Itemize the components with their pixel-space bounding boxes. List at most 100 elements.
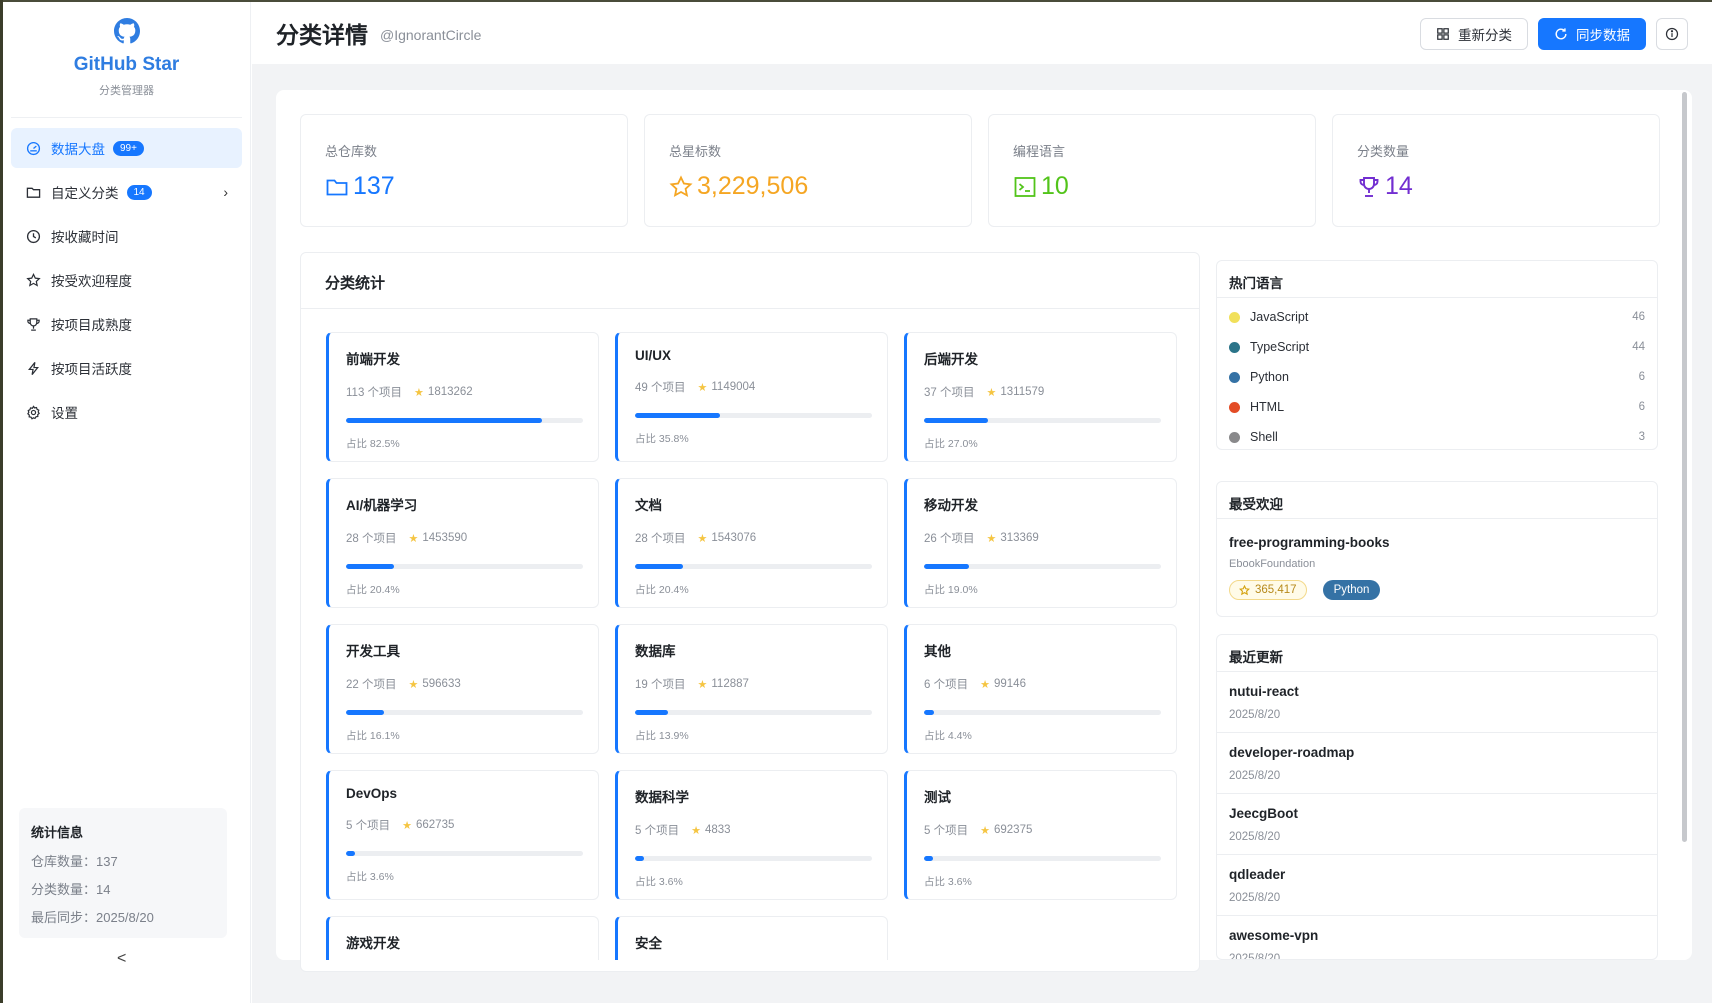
category-name: 数据库 bbox=[635, 644, 676, 659]
category-progress-bar bbox=[635, 710, 872, 715]
category-progress-bar bbox=[635, 856, 872, 861]
most-popular-title: 最受欢迎 bbox=[1217, 482, 1657, 519]
category-progress-fill bbox=[924, 710, 935, 715]
language-row[interactable]: HTML 6 bbox=[1217, 392, 1657, 422]
language-tag: Python bbox=[1322, 580, 1381, 600]
category-count: 49 个项目 bbox=[635, 382, 686, 394]
category-card[interactable]: 前端开发 113 个项目 ★ 1813262 占比 82.5% bbox=[326, 332, 599, 462]
most-popular-panel: 最受欢迎 free-programming-books EbookFoundat… bbox=[1216, 481, 1658, 617]
main-scrollbar[interactable] bbox=[1682, 92, 1687, 842]
star-icon: ★ bbox=[691, 824, 701, 837]
category-card[interactable]: 文档 28 个项目 ★ 1543076 占比 20.4% bbox=[615, 478, 888, 608]
category-count: 5 个项目 bbox=[924, 825, 969, 837]
recent-repo-name: developer-roadmap bbox=[1229, 745, 1355, 760]
category-card[interactable]: 游戏开发 bbox=[326, 916, 599, 960]
category-stars: 1813262 bbox=[427, 386, 473, 398]
language-name: JavaScript bbox=[1250, 310, 1309, 324]
language-list: JavaScript 46 TypeScript 44 Python 6 HTML 6 Shel… bbox=[1217, 298, 1657, 452]
category-name: DevOps bbox=[346, 786, 398, 801]
language-color-dot bbox=[1229, 401, 1240, 413]
star-icon: ★ bbox=[697, 381, 708, 394]
category-card[interactable]: 其他 6 个项目 ★ 99146 占比 4.4% bbox=[904, 624, 1177, 754]
star-icon: ★ bbox=[980, 678, 990, 691]
star-icon: ★ bbox=[402, 819, 412, 832]
category-count: 28 个项目 bbox=[635, 533, 686, 545]
language-row[interactable]: Python 6 bbox=[1217, 362, 1657, 392]
category-stars: 99146 bbox=[993, 678, 1026, 690]
category-card[interactable]: 开发工具 22 个项目 ★ 596633 占比 16.1% bbox=[326, 624, 599, 754]
recent-item[interactable]: awesome-vpn 2025/8/20 bbox=[1217, 916, 1657, 959]
language-color-dot bbox=[1229, 431, 1240, 443]
category-percentage: 占比 20.4% bbox=[346, 584, 400, 596]
recent-updates-title: 最近更新 bbox=[1217, 635, 1657, 672]
category-percentage: 占比 82.5% bbox=[346, 438, 400, 450]
category-name: UI/UX bbox=[635, 348, 672, 363]
star-icon: ★ bbox=[414, 386, 424, 399]
category-progress-fill bbox=[346, 564, 395, 569]
star-count-tag: 365,417 bbox=[1229, 580, 1307, 600]
popular-repo-owner: EbookFoundation bbox=[1229, 558, 1316, 570]
recent-updates-panel: 最近更新 nutui-react 2025/8/20 developer-roadm… bbox=[1216, 634, 1658, 960]
category-progress-bar bbox=[346, 418, 583, 423]
category-name: 其他 bbox=[924, 644, 951, 659]
category-card[interactable]: 测试 5 个项目 ★ 692375 占比 3.6% bbox=[904, 770, 1177, 900]
language-row[interactable]: TypeScript 44 bbox=[1217, 332, 1657, 362]
category-meta: 19 个项目 ★ 112887 bbox=[635, 676, 870, 692]
category-percentage: 占比 3.6% bbox=[635, 876, 683, 888]
category-progress-bar bbox=[346, 851, 583, 856]
category-card[interactable]: AI/机器学习 28 个项目 ★ 1453590 占比 20.4% bbox=[326, 478, 599, 608]
category-stars: 1453590 bbox=[422, 532, 468, 544]
recent-repo-date: 2025/8/20 bbox=[1229, 770, 1281, 782]
popular-repo-name[interactable]: free-programming-books bbox=[1217, 519, 1657, 550]
category-progress-bar bbox=[635, 564, 872, 569]
category-progress-bar bbox=[635, 413, 872, 418]
category-stars: 313369 bbox=[1000, 532, 1039, 544]
category-percentage: 占比 35.8% bbox=[635, 433, 689, 445]
category-meta: 5 个项目 ★ 4833 bbox=[635, 822, 870, 838]
category-percentage: 占比 19.0% bbox=[924, 584, 978, 596]
category-card[interactable]: DevOps 5 个项目 ★ 662735 占比 3.6% bbox=[326, 770, 599, 900]
recent-item[interactable]: JeecgBoot 2025/8/20 bbox=[1217, 794, 1657, 855]
category-meta: 28 个项目 ★ 1543076 bbox=[635, 530, 870, 546]
recent-item[interactable]: developer-roadmap 2025/8/20 bbox=[1217, 733, 1657, 794]
language-count: 46 bbox=[1632, 311, 1645, 323]
star-icon: ★ bbox=[986, 386, 997, 399]
category-count: 5 个项目 bbox=[635, 825, 680, 837]
category-name: AI/机器学习 bbox=[346, 498, 418, 513]
recent-repo-name: JeecgBoot bbox=[1229, 806, 1299, 821]
star-icon: ★ bbox=[408, 532, 419, 545]
category-meta: 113 个项目 ★ 1813262 bbox=[346, 384, 581, 400]
category-percentage: 占比 13.9% bbox=[635, 730, 689, 742]
star-icon: ★ bbox=[986, 532, 997, 545]
category-stars: 1149004 bbox=[711, 381, 756, 393]
category-name: 后端开发 bbox=[924, 352, 978, 367]
category-meta: 5 个项目 ★ 662735 bbox=[346, 817, 581, 833]
category-name: 开发工具 bbox=[346, 644, 400, 659]
category-meta: 28 个项目 ★ 1453590 bbox=[346, 530, 581, 546]
star-icon: ★ bbox=[697, 532, 708, 545]
star-icon bbox=[1239, 584, 1250, 595]
category-meta: 22 个项目 ★ 596633 bbox=[346, 676, 581, 692]
category-card[interactable]: UI/UX 49 个项目 ★ 1149004 占比 35.8% bbox=[615, 332, 888, 462]
star-icon: ★ bbox=[408, 678, 419, 691]
category-card[interactable]: 移动开发 26 个项目 ★ 313369 占比 19.0% bbox=[904, 478, 1177, 608]
recent-item[interactable]: nutui-react 2025/8/20 bbox=[1217, 672, 1657, 733]
language-name: TypeScript bbox=[1250, 340, 1310, 354]
language-row[interactable]: Shell 3 bbox=[1217, 422, 1657, 452]
category-name: 测试 bbox=[924, 790, 951, 805]
category-count: 6 个项目 bbox=[924, 679, 969, 691]
category-progress-bar bbox=[924, 564, 1161, 569]
category-stars: 1543076 bbox=[711, 532, 757, 544]
language-color-dot bbox=[1229, 371, 1240, 383]
recent-item[interactable]: qdleader 2025/8/20 bbox=[1217, 855, 1657, 916]
language-color-dot bbox=[1229, 311, 1240, 323]
category-progress-fill bbox=[346, 418, 542, 423]
category-card[interactable]: 后端开发 37 个项目 ★ 1311579 占比 27.0% bbox=[904, 332, 1177, 462]
category-card[interactable]: 安全 bbox=[615, 916, 888, 960]
category-card[interactable]: 数据科学 5 个项目 ★ 4833 占比 3.6% bbox=[615, 770, 888, 900]
category-meta: 6 个项目 ★ 99146 bbox=[924, 676, 1159, 692]
category-stars: 4833 bbox=[704, 824, 731, 836]
category-percentage: 占比 3.6% bbox=[924, 876, 972, 888]
language-row[interactable]: JavaScript 46 bbox=[1217, 302, 1657, 332]
category-card[interactable]: 数据库 19 个项目 ★ 112887 占比 13.9% bbox=[615, 624, 888, 754]
